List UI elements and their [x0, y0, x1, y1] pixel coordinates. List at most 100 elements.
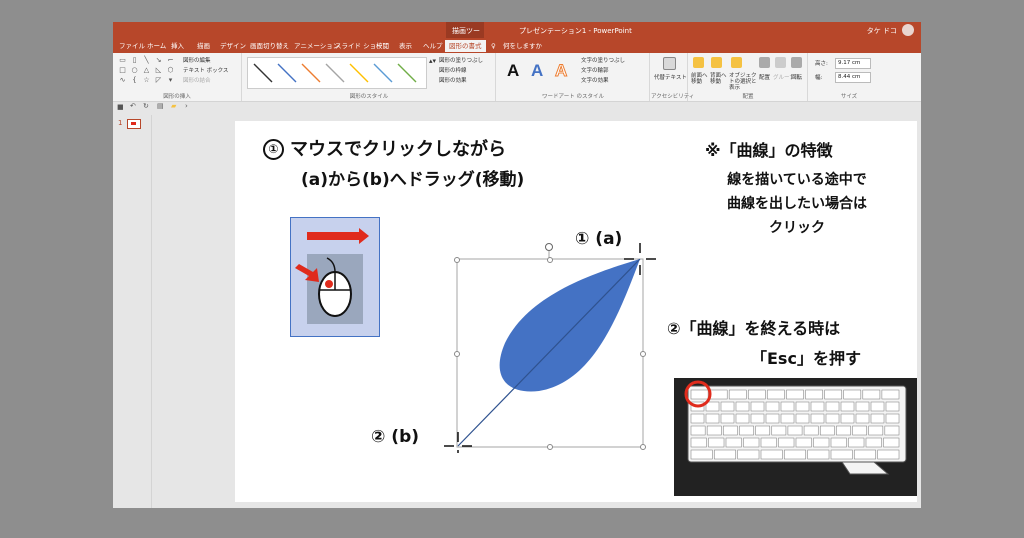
- shape-gallery[interactable]: ▭ ▯ ╲ ↘ ⌐ □ ○ △ ◺ ⬡ ∿{☆ ◸ ▾: [117, 56, 179, 84]
- context-tab-drawing-tools: 描画ツール: [446, 22, 484, 45]
- keyboard-key: [760, 437, 777, 448]
- slide-thumbnail[interactable]: [127, 119, 141, 129]
- bring-forward-icon[interactable]: [693, 57, 704, 68]
- keyboard-key: [805, 389, 823, 400]
- text-effects-button[interactable]: 文字の効果: [581, 76, 609, 84]
- text-fill-button[interactable]: 文字の塗りつぶし: [581, 56, 625, 64]
- rotate-icon[interactable]: [791, 57, 802, 68]
- tab-animations[interactable]: アニメーション: [294, 40, 339, 52]
- tab-draw[interactable]: 描画: [197, 40, 210, 52]
- keyboard-key: [870, 413, 885, 424]
- height-input[interactable]: 9.17 cm: [835, 58, 871, 69]
- keyboard-key: [843, 389, 862, 400]
- group-shape-styles: ▴▾ 図形の塗りつぶし 図形の枠線 図形の効果 図形のスタイル: [243, 53, 496, 101]
- callout-shape-icon[interactable]: ◸: [153, 76, 164, 85]
- group-label: 配置: [742, 94, 754, 100]
- send-backward-button[interactable]: 背面へ移動: [710, 73, 728, 85]
- keyboard-key: [743, 437, 760, 448]
- line-shape-icon[interactable]: ╲: [141, 56, 152, 65]
- resize-handle[interactable]: [640, 444, 646, 450]
- line-style-swatches[interactable]: [248, 58, 426, 88]
- merge-shapes-button[interactable]: 図形の結合: [183, 76, 211, 84]
- hexagon-shape-icon[interactable]: ⬡: [165, 66, 176, 75]
- textbox-v-shape-icon[interactable]: ▯: [129, 56, 140, 65]
- keyboard-key: [810, 413, 825, 424]
- keyboard-key: [840, 413, 855, 424]
- keyboard-key: [795, 401, 810, 412]
- slide-canvas[interactable]: ① マウスでクリックしながら (a)から(b)へドラッグ(移動) ※「曲線」の特徴…: [235, 121, 917, 502]
- connector-shape-icon[interactable]: ⌐: [165, 56, 176, 65]
- tab-insert[interactable]: 挿入: [171, 40, 184, 52]
- rect-shape-icon[interactable]: □: [117, 66, 128, 75]
- arrow-shape-icon[interactable]: ↘: [153, 56, 164, 65]
- width-input[interactable]: 8.44 cm: [835, 72, 871, 83]
- text-box-button[interactable]: テキスト ボックス: [183, 66, 228, 74]
- keyboard-key: [706, 425, 722, 436]
- align-button[interactable]: 配置: [759, 73, 770, 81]
- avatar[interactable]: [902, 24, 914, 36]
- tab-design[interactable]: デザイン: [220, 40, 246, 52]
- textbox-shape-icon[interactable]: ▭: [117, 56, 128, 65]
- selection-pane-button[interactable]: オブジェクトの選択と表示: [729, 73, 757, 91]
- shape-effects-button[interactable]: 図形の効果: [439, 76, 467, 84]
- user-name[interactable]: タケ ドコ: [867, 26, 897, 36]
- keyboard-key: [855, 413, 870, 424]
- keyboard-key: [825, 413, 840, 424]
- group-wordart: A A A 文字の塗りつぶし 文字の輪郭 文字の効果 ワードアート のスタイル: [497, 53, 650, 101]
- selection-pane-icon[interactable]: [731, 57, 742, 68]
- start-presentation-icon[interactable]: ▤: [157, 102, 164, 110]
- shape-style-gallery[interactable]: [247, 57, 427, 89]
- customize-qat-icon[interactable]: ›: [185, 102, 188, 110]
- wordart-style-blue[interactable]: A: [531, 61, 543, 81]
- triangle-shape-icon[interactable]: △: [141, 66, 152, 75]
- oval-shape-icon[interactable]: ○: [129, 66, 140, 75]
- resize-handle[interactable]: [640, 351, 646, 357]
- rotate-button[interactable]: 回転: [791, 73, 802, 81]
- star-shape-icon[interactable]: ☆: [141, 76, 152, 85]
- group-label: 図形の挿入: [163, 94, 191, 100]
- group-icon[interactable]: [775, 57, 786, 68]
- more-shapes-icon[interactable]: ▾: [165, 76, 176, 85]
- undo-icon[interactable]: ↶: [130, 102, 136, 110]
- alt-text-icon[interactable]: [663, 57, 676, 70]
- align-icon[interactable]: [759, 57, 770, 68]
- rtriangle-shape-icon[interactable]: ◺: [153, 66, 164, 75]
- tab-help[interactable]: ヘルプ: [423, 40, 443, 52]
- alt-text-button[interactable]: 代替テキスト: [654, 73, 687, 81]
- redo-icon[interactable]: ↻: [143, 102, 149, 110]
- powerpoint-window: 描画ツール プレゼンテーション1 - PowerPoint タケ ドコ ファイル…: [113, 22, 921, 508]
- keyboard-key: [848, 437, 865, 448]
- edit-shape-button[interactable]: 図形の編集: [183, 56, 211, 64]
- tab-file[interactable]: ファイル: [119, 40, 145, 52]
- send-backward-icon[interactable]: [711, 57, 722, 68]
- resize-handle[interactable]: [547, 257, 553, 263]
- folder-icon[interactable]: ▰: [171, 102, 176, 110]
- resize-handle[interactable]: [454, 257, 460, 263]
- ribbon-tabs: ファイル ホーム 挿入 描画 デザイン 画面切り替え アニメーション スライド …: [113, 38, 921, 53]
- title-bar: 描画ツール プレゼンテーション1 - PowerPoint タケ ドコ: [113, 22, 921, 45]
- wordart-style-black[interactable]: A: [507, 61, 519, 81]
- keyboard-key: [708, 437, 725, 448]
- save-icon[interactable]: ■: [117, 103, 124, 111]
- text-outline-button[interactable]: 文字の輪郭: [581, 66, 609, 74]
- gallery-scroll-icon[interactable]: ▴▾: [429, 57, 436, 65]
- note-line1: 線を描いている途中で: [727, 172, 867, 188]
- curve-shape-icon[interactable]: ∿: [117, 76, 128, 85]
- resize-handle[interactable]: [547, 444, 553, 450]
- resize-handle[interactable]: [454, 351, 460, 357]
- wordart-style-orange[interactable]: A: [554, 61, 567, 81]
- tab-shape-format[interactable]: 図形の書式: [445, 40, 486, 52]
- keyboard-key: [765, 413, 780, 424]
- keyboard-key: [854, 449, 876, 460]
- bracket-shape-icon[interactable]: {: [129, 76, 140, 85]
- shape-outline-button[interactable]: 図形の枠線: [439, 66, 467, 74]
- curve-shape[interactable]: [443, 237, 663, 453]
- keyboard-key: [737, 449, 760, 460]
- tab-transitions[interactable]: 画面切り替え: [250, 40, 289, 52]
- tab-view[interactable]: 表示: [399, 40, 412, 52]
- tab-review[interactable]: 校閲: [376, 40, 389, 52]
- shape-fill-button[interactable]: 図形の塗りつぶし: [439, 56, 483, 64]
- bring-forward-button[interactable]: 前面へ移動: [691, 73, 709, 85]
- tell-me-search[interactable]: 何をしますか: [503, 40, 542, 52]
- tab-home[interactable]: ホーム: [147, 40, 166, 52]
